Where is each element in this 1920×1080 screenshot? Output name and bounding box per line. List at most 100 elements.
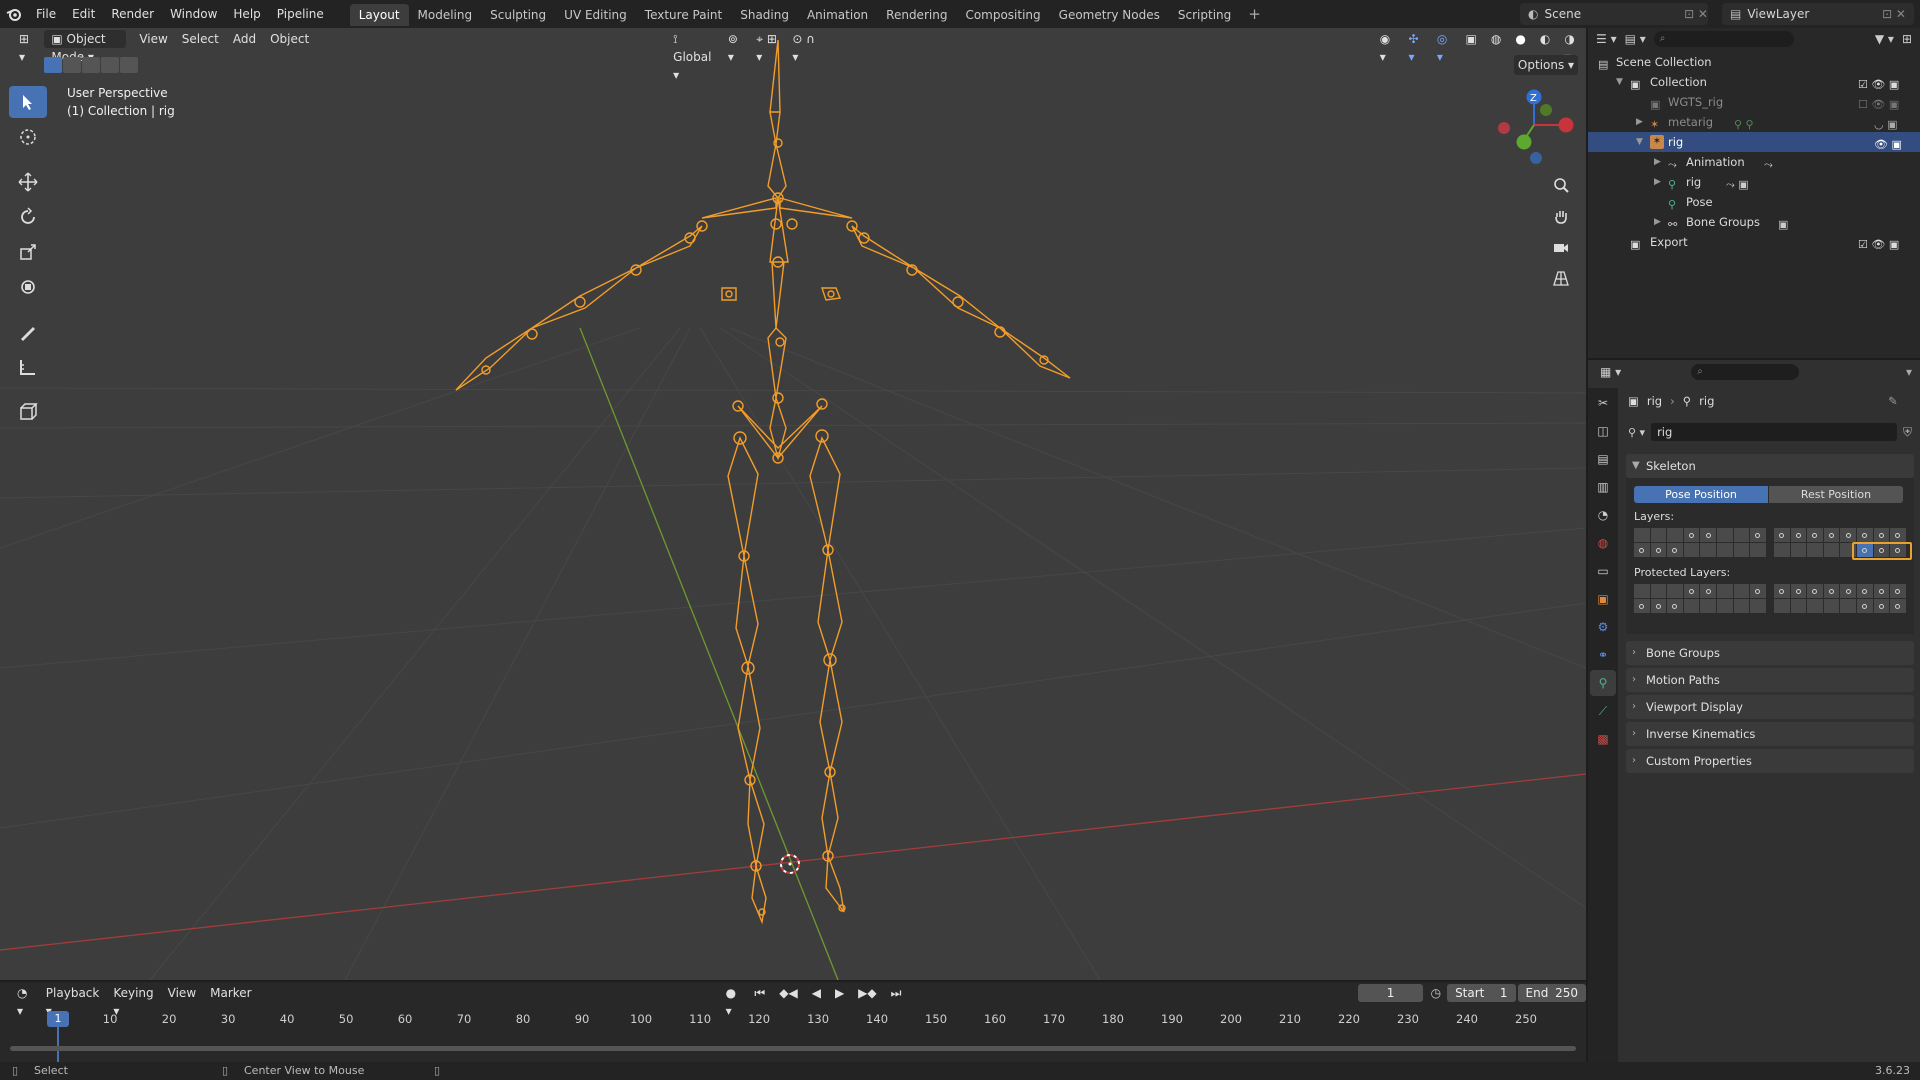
layer-toggle[interactable] [1716,528,1733,542]
add-cube-tool-icon[interactable] [9,396,47,428]
inverse-kinematics-panel-header[interactable]: › Inverse Kinematics [1626,722,1914,746]
rotate-tool-icon[interactable] [9,201,47,233]
add-workspace-button[interactable]: + [1240,5,1269,23]
record-button[interactable]: ● ▾ [719,984,748,1018]
viewport-display-panel-header[interactable]: › Viewport Display [1626,695,1914,719]
layer-toggle[interactable] [1807,584,1823,598]
layer-toggle[interactable] [1823,599,1840,613]
move-tool-icon[interactable] [9,166,47,198]
outliner-row-export[interactable]: ▣ Export ☑ 👁 ▣ [1588,232,1920,252]
layer-toggle[interactable] [1634,528,1650,542]
layer-toggle[interactable] [1856,584,1873,598]
layer-toggle[interactable] [1650,599,1667,613]
tab-texture-paint[interactable]: Texture Paint [636,4,731,26]
layer-toggle[interactable] [1716,543,1733,557]
transform-orientation-dropdown[interactable]: ⟟ Global ▾ [666,30,721,82]
menu-render[interactable]: Render [103,0,162,28]
layer-toggle[interactable] [1774,599,1790,613]
row-controls-icons[interactable]: ☑ 👁 ▣ [1858,235,1899,255]
proportional-edit-button[interactable]: ⊙ ∩ ▾ [785,30,822,64]
options-dropdown[interactable]: Options ▾ [1514,55,1578,75]
object-mode-dropdown[interactable]: ▣ Object Mode ▾ [44,30,127,64]
current-frame-field[interactable]: 1 [1358,984,1423,1002]
layer-toggle[interactable] [1807,599,1823,613]
menu-file[interactable]: File [28,0,64,28]
filter-icon[interactable]: ▼ ▾ [1875,32,1894,46]
tool-tab-icon[interactable]: ✂ [1590,390,1616,416]
layer-toggle[interactable] [1683,584,1700,598]
armature-data-selector[interactable]: ⚲ ▾ rig ⛨ [1628,422,1912,442]
armature-data-icon[interactable]: ⚲ ▾ [1628,426,1645,439]
layer-toggle[interactable] [1873,528,1890,542]
armature-data-tab-icon[interactable]: ⚲ [1590,670,1616,696]
timeline-editor-type-button[interactable]: ◔ ▾ [10,984,39,1018]
menu-help[interactable]: Help [225,0,268,28]
layer-toggle[interactable] [1683,528,1700,542]
layer-toggle[interactable] [1634,584,1650,598]
layer-toggle[interactable] [1750,584,1766,598]
layer-toggle[interactable] [1840,584,1856,598]
layer-toggle[interactable] [1750,599,1766,613]
properties-search-input[interactable]: ⌕ [1691,364,1800,380]
marker-menu[interactable]: Marker [203,984,258,1002]
end-frame-field[interactable]: End 250 [1517,984,1586,1002]
tab-modeling[interactable]: Modeling [409,4,482,26]
layer-toggle[interactable] [1840,528,1856,542]
editor-type-button[interactable]: ⊞ ▾ [12,30,40,64]
tab-compositing[interactable]: Compositing [956,4,1049,26]
outliner-editor-icon[interactable]: ☰ ▾ [1596,32,1617,46]
shading-rendered-button[interactable]: ◑ ▾ [1557,30,1586,64]
preview-range-icon[interactable]: ◷ [1431,986,1441,1000]
layer-toggle[interactable] [1700,584,1716,598]
expand-toggle-icon[interactable]: ▶ [1654,212,1661,232]
modifiers-tab-icon[interactable]: ⚙ [1590,614,1616,640]
layer-toggle[interactable] [1733,599,1750,613]
xray-toggle-button[interactable]: ▣ [1459,30,1484,48]
protected-layers-grid-right[interactable] [1774,584,1906,613]
layer-toggle[interactable] [1700,528,1716,542]
menu-edit[interactable]: Edit [64,0,103,28]
layer-toggle[interactable] [1733,528,1750,542]
output-tab-icon[interactable]: ▤ [1590,446,1616,472]
motion-paths-panel-header[interactable]: › Motion Paths [1626,668,1914,692]
layer-toggle[interactable] [1634,599,1650,613]
select-invert-icon[interactable] [101,57,119,73]
visibility-button[interactable]: ◉ ▾ [1373,30,1402,64]
fake-user-shield-icon[interactable]: ⛨ [1903,425,1912,440]
layers-grid-left[interactable] [1634,528,1766,557]
rest-position-button[interactable]: Rest Position [1769,486,1903,503]
layer-toggle[interactable] [1650,584,1667,598]
keying-menu[interactable]: Keying ▾ [106,984,160,1018]
cursor-tool-icon[interactable] [9,121,47,153]
zoom-icon[interactable] [1547,171,1575,199]
tab-geometry-nodes[interactable]: Geometry Nodes [1050,4,1169,26]
outliner-row-pose[interactable]: ⚲ Pose [1588,192,1920,212]
select-subtract-icon[interactable] [82,57,100,73]
menu-select[interactable]: Select [175,30,226,48]
navigation-gizmo[interactable]: Z [1498,89,1574,165]
custom-properties-panel-header[interactable]: › Custom Properties [1626,749,1914,773]
bone-groups-panel-header[interactable]: › Bone Groups [1626,641,1914,665]
layer-toggle[interactable] [1823,584,1840,598]
layer-toggle[interactable] [1890,528,1906,542]
collection-tab-icon[interactable]: ▭ [1590,558,1616,584]
tab-animation[interactable]: Animation [798,4,877,26]
outliner-row-collection[interactable]: ▼ ▣ Collection ☑ 👁 ▣ [1588,72,1920,92]
annotate-tool-icon[interactable] [9,316,47,348]
layer-toggle[interactable] [1683,599,1700,613]
timeline-view-menu[interactable]: View [161,984,203,1002]
new-collection-icon[interactable]: ⊞ [1902,32,1912,46]
bone-tab-icon[interactable]: ⟋ [1590,698,1616,724]
play-button[interactable]: ▶ [828,984,851,1002]
scene-tab-icon[interactable]: ◔ [1590,502,1616,528]
tab-shading[interactable]: Shading [731,4,798,26]
layer-toggle[interactable] [1667,584,1683,598]
layer-toggle[interactable] [1890,584,1906,598]
playhead[interactable]: 1 [47,1011,69,1027]
outliner-row-rig-data[interactable]: ▶ ⚲ rig ⤳ ▣ [1588,172,1920,192]
layer-toggle[interactable] [1790,528,1807,542]
pin-icon[interactable]: ✎ [1888,394,1898,408]
layer-toggle[interactable] [1700,543,1716,557]
view-layer-selector[interactable]: ▤ ViewLayer ⊡ ✕ [1722,3,1914,25]
object-tab-icon[interactable]: ▣ [1590,586,1616,612]
